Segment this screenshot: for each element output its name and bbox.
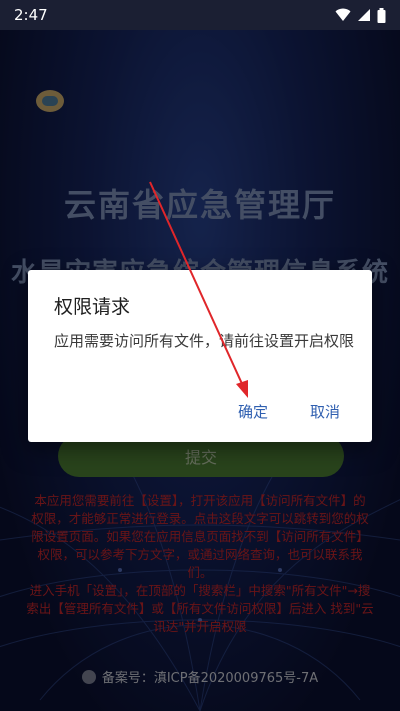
status-icons	[335, 7, 386, 23]
battery-icon	[377, 7, 386, 23]
permission-dialog: 权限请求 应用需要访问所有文件，请前往设置开启权限 确定 取消	[28, 270, 372, 442]
status-time: 2:47	[14, 6, 48, 24]
signal-icon	[357, 8, 371, 22]
dialog-title: 权限请求	[54, 296, 131, 318]
wifi-icon	[335, 8, 351, 22]
dialog-message: 应用需要访问所有文件，请前往设置开启权限	[54, 332, 355, 350]
confirm-button[interactable]: 确定	[238, 401, 268, 422]
status-bar: 2:47	[0, 0, 400, 30]
cancel-button[interactable]: 取消	[310, 401, 340, 422]
